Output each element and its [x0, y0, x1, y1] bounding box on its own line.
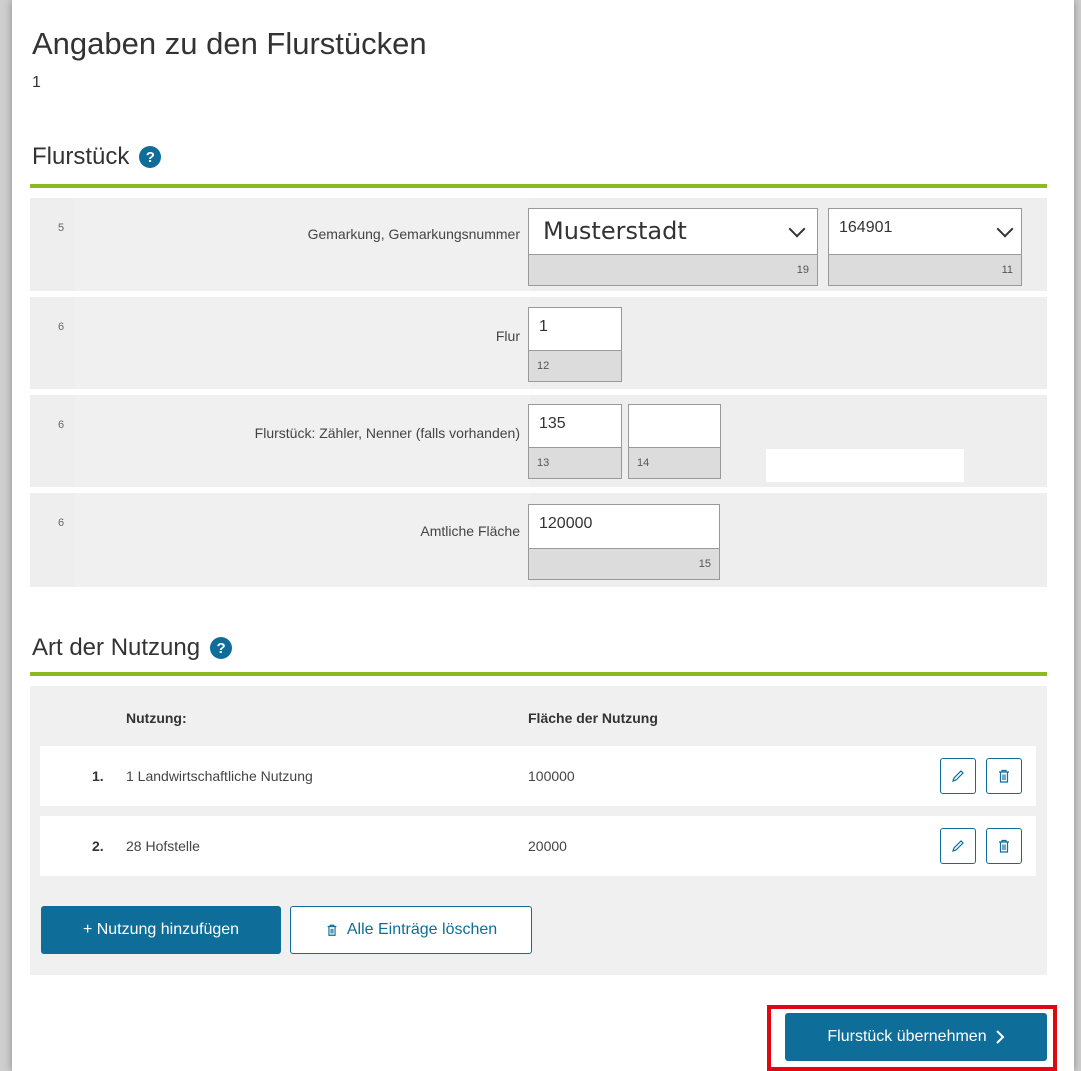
field-number-label: 14: [637, 457, 650, 469]
column-header-flaeche: Fläche der Nutzung: [528, 710, 658, 726]
chevron-down-icon: [996, 220, 1014, 238]
page-subtitle: 1: [32, 74, 41, 91]
section-rule: [30, 184, 1047, 188]
row-gemarkung: 5 Gemarkung, Gemarkungsnummer Musterstad…: [30, 198, 1047, 291]
nutzung-heading: Art der Nutzung ?: [32, 634, 233, 662]
question-circle-icon[interactable]: ?: [210, 637, 233, 659]
label-area: Amtliche Fläche: [74, 493, 530, 587]
column-header-nutzung: Nutzung:: [126, 710, 187, 726]
zaehler-value: 135: [539, 415, 566, 432]
amtliche-flaeche-input[interactable]: 120000 15: [528, 504, 720, 580]
page-title: Angaben zu den Flurstücken: [32, 26, 427, 61]
field-number-label: 11: [1001, 264, 1013, 276]
field-number: 15: [528, 548, 720, 580]
row-number: 6: [58, 517, 65, 529]
field-number: 19: [528, 254, 818, 286]
row-number: 6: [58, 321, 65, 333]
field-number-label: 15: [698, 558, 711, 570]
field-number: 14: [628, 447, 721, 479]
flur-value: 1: [539, 318, 548, 335]
clear-all-button[interactable]: Alle Einträge löschen: [290, 906, 532, 954]
amtliche-flaeche-value: 120000: [539, 515, 593, 532]
nenner-input[interactable]: 14: [628, 404, 721, 479]
add-nutzung-button[interactable]: + Nutzung hinzufügen: [41, 906, 281, 954]
row-flurstueck-zaehler-nenner: 6 Flurstück: Zähler, Nenner (falls vorha…: [30, 395, 1047, 487]
field-number-label: 13: [537, 457, 550, 469]
field-number-label: 19: [796, 264, 809, 276]
delete-button[interactable]: [986, 758, 1022, 794]
field-number: 13: [528, 447, 622, 479]
section-rule: [30, 672, 1047, 676]
table-row: 2. 28 Hofstelle 20000: [40, 816, 1036, 876]
gemarkung-select[interactable]: Musterstadt 19: [528, 208, 818, 286]
row-amtliche-flaeche: 6 Amtliche Fläche 120000 15: [30, 493, 1047, 587]
trash-icon: [327, 924, 337, 936]
nutzung-area: 20000: [528, 838, 567, 854]
row-index: 1.: [92, 768, 104, 784]
delete-button[interactable]: [986, 828, 1022, 864]
nutzung-name: 1 Landwirtschaftliche Nutzung: [126, 768, 313, 784]
row-flur: 6 Flur 1 12: [30, 297, 1047, 389]
row-number: 6: [58, 419, 65, 431]
field-number: 11: [828, 254, 1022, 286]
highlight-frame: [767, 1005, 1057, 1071]
add-nutzung-label: + Nutzung hinzufügen: [82, 921, 240, 938]
field-label: Flurstück: Zähler, Nenner (falls vorhand…: [254, 425, 520, 441]
trash-icon: [999, 839, 1009, 853]
flurstueck-heading-label: Flurstück: [32, 143, 130, 170]
chevron-down-icon: [788, 220, 806, 238]
edit-button[interactable]: [940, 828, 976, 864]
label-area: Flurstück: Zähler, Nenner (falls vorhand…: [74, 395, 530, 487]
edit-button[interactable]: [940, 758, 976, 794]
row-number: 5: [58, 222, 65, 234]
table-row: 1. 1 Landwirtschaftliche Nutzung 100000: [40, 746, 1036, 806]
gemarkungsnummer-select[interactable]: 164901 11: [828, 208, 1022, 286]
row-index: 2.: [92, 838, 104, 854]
nutzung-area: 100000: [528, 768, 575, 784]
nutzung-table: Nutzung: Fläche der Nutzung 1. 1 Landwir…: [30, 686, 1047, 975]
field-label: Flur: [495, 328, 520, 344]
nutzung-heading-label: Art der Nutzung: [32, 634, 201, 661]
field-number-label: 12: [537, 360, 550, 372]
field-label: Amtliche Fläche: [420, 523, 520, 539]
field-label: Gemarkung, Gemarkungsnummer: [307, 226, 520, 242]
question-circle-icon[interactable]: ?: [139, 146, 162, 168]
nutzung-name: 28 Hofstelle: [126, 838, 200, 854]
trash-icon: [999, 769, 1009, 783]
flur-input[interactable]: 1 12: [528, 307, 622, 382]
blank-box: [766, 449, 964, 482]
zaehler-input[interactable]: 135 13: [528, 404, 622, 479]
gemarkungsnummer-value: 164901: [839, 219, 893, 236]
pencil-icon: [952, 840, 964, 852]
gemarkung-value: Musterstadt: [543, 217, 687, 245]
label-area: Gemarkung, Gemarkungsnummer: [74, 198, 530, 291]
field-number: 12: [528, 350, 622, 382]
clear-all-label: Alle Einträge löschen: [346, 921, 498, 938]
flurstueck-heading: Flurstück ?: [32, 143, 162, 171]
pencil-icon: [952, 770, 964, 782]
label-area: Flur: [74, 297, 530, 389]
form-panel: Angaben zu den Flurstücken 1 Flurstück ?…: [12, 0, 1074, 1071]
